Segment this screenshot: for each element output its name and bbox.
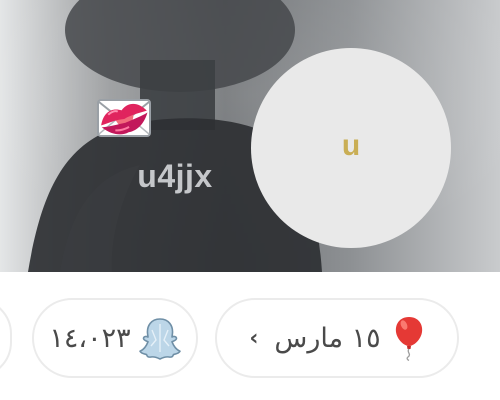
- chevron-left-icon: ‹: [249, 325, 259, 351]
- avatar-initial: u: [341, 129, 361, 162]
- kiss-mark-icon: [101, 103, 148, 135]
- balloon-icon: [395, 317, 422, 361]
- snap-score-chip[interactable]: ١٤،٠٢٣: [32, 298, 198, 378]
- birthday-chip[interactable]: ‹ ١٥ مارس: [215, 298, 459, 378]
- username: u4jjx: [137, 158, 213, 194]
- profile-cover-background: u4jjx u: [0, 0, 500, 272]
- snap-score-value: ١٤،٠٢٣: [49, 322, 131, 354]
- snapchat-ghost-icon: [138, 318, 181, 360]
- avatar[interactable]: u: [251, 48, 451, 248]
- birthday-date: ١٥ مارس: [274, 322, 381, 354]
- profile-chip-partial[interactable]: [0, 298, 12, 378]
- profile-screen: u4jjx u ١٤،٠٢٣ ‹ ١٥ مارس: [0, 0, 500, 400]
